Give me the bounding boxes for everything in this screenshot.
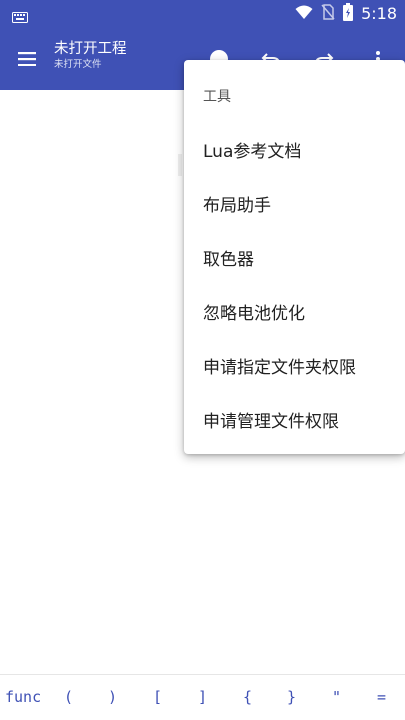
battery-icon [343,3,354,25]
menu-item-label: 布局助手 [203,195,271,216]
keyboard-icon [12,8,28,23]
symbol-open-paren[interactable]: ( [64,687,73,707]
symbol-equals[interactable]: = [377,687,386,707]
menu-item-ignore-battery-optimization[interactable]: 忽略电池优化 [184,284,405,338]
overflow-menu: 工具 Lua参考文档 布局助手 取色器 忽略电池优化 申请指定文件夹权限 申请管… [184,60,405,454]
symbol-close-paren[interactable]: ) [108,687,117,707]
status-time: 5:18 [361,4,397,23]
title-block: 未打开工程 未打开文件 [54,40,127,71]
symbol-close-bracket[interactable]: ] [198,687,207,707]
menu-item-color-picker[interactable]: 取色器 [184,230,405,284]
menu-item-request-folder-permission[interactable]: 申请指定文件夹权限 [184,338,405,392]
symbol-bar: func ( ) [ ] { } " = [0,674,405,720]
menu-header: 工具 [203,89,231,105]
screen: 5:18 未打开工程 未打开文件 工具 Lua参考文档 布局助手 取色器 忽略电… [0,0,405,720]
wifi-icon [295,5,313,24]
symbol-func[interactable]: func [5,687,41,707]
menu-item-label: Lua参考文档 [203,141,302,162]
menu-item-label: 申请指定文件夹权限 [203,357,356,378]
menu-icon[interactable] [12,44,42,74]
symbol-open-brace[interactable]: { [243,687,252,707]
status-bar: 5:18 [0,0,405,28]
menu-item-label: 取色器 [203,249,254,270]
menu-item-label: 申请管理文件权限 [203,411,339,432]
page-subtitle: 未打开文件 [54,59,102,70]
menu-item-lua-reference[interactable]: Lua参考文档 [184,122,405,176]
no-sim-icon [321,4,335,24]
menu-item-request-manage-files-permission[interactable]: 申请管理文件权限 [184,392,405,446]
symbol-quote[interactable]: " [332,687,341,707]
menu-item-layout-helper[interactable]: 布局助手 [184,176,405,230]
editor-scroll-hint [178,154,182,176]
page-title: 未打开工程 [54,41,127,57]
menu-item-label: 忽略电池优化 [203,303,305,324]
symbol-open-bracket[interactable]: [ [153,687,162,707]
symbol-close-brace[interactable]: } [287,687,296,707]
